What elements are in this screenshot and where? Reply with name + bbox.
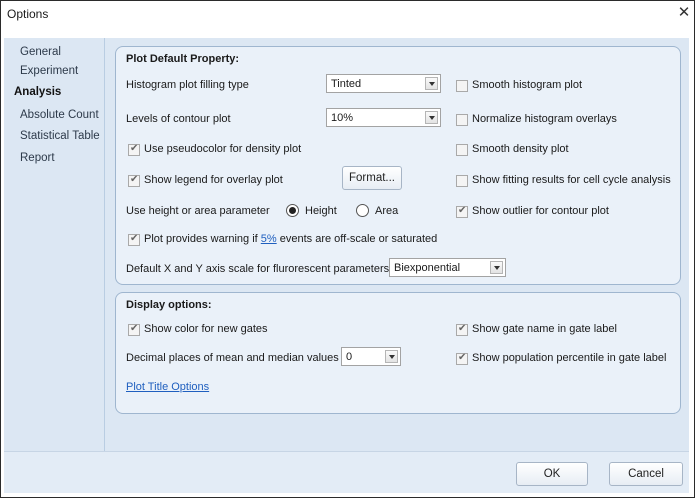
warning-checkbox[interactable] bbox=[128, 233, 140, 246]
show-outlier-label: Show outlier for contour plot bbox=[472, 205, 609, 217]
options-dialog: Options ✕ General Experiment Analysis Ab… bbox=[0, 0, 695, 498]
fitting-results-label: Show fitting results for cell cycle anal… bbox=[472, 174, 671, 186]
height-radio[interactable] bbox=[286, 204, 299, 217]
plot-default-title: Plot Default Property: bbox=[126, 53, 240, 65]
histogram-filling-value: Tinted bbox=[331, 78, 362, 90]
show-gate-name-label: Show gate name in gate label bbox=[472, 323, 617, 335]
warning-percent-link[interactable]: 5% bbox=[261, 233, 277, 245]
sidebar-item-statistical-table[interactable]: Statistical Table bbox=[4, 127, 104, 145]
dialog-title: Options bbox=[7, 7, 49, 21]
display-options-title: Display options: bbox=[126, 299, 212, 311]
decimal-places-value: 0 bbox=[346, 351, 353, 363]
axis-scale-select[interactable]: Biexponential bbox=[389, 258, 506, 277]
contour-levels-select[interactable]: 10% bbox=[326, 108, 441, 127]
sidebar-item-absolute-count[interactable]: Absolute Count bbox=[4, 106, 104, 124]
fitting-results-checkbox[interactable] bbox=[456, 175, 468, 187]
cancel-button[interactable]: Cancel bbox=[609, 462, 683, 486]
sidebar-item-report[interactable]: Report bbox=[4, 149, 104, 167]
height-radio-label: Height bbox=[305, 205, 337, 217]
show-color-gates-checkbox[interactable] bbox=[128, 323, 140, 336]
pseudocolor-checkbox[interactable] bbox=[128, 143, 140, 156]
sidebar: General Experiment Analysis Absolute Cou… bbox=[4, 38, 105, 451]
chevron-down-icon[interactable] bbox=[385, 350, 398, 363]
smooth-density-checkbox[interactable] bbox=[456, 144, 468, 156]
sidebar-item-experiment[interactable]: Experiment bbox=[4, 62, 104, 80]
show-legend-label: Show legend for overlay plot bbox=[144, 174, 283, 186]
analysis-panel: Plot Default Property: Histogram plot fi… bbox=[105, 38, 689, 451]
chevron-down-icon[interactable] bbox=[490, 261, 503, 274]
histogram-filling-select[interactable]: Tinted bbox=[326, 74, 441, 93]
ok-button[interactable]: OK bbox=[516, 462, 588, 486]
format-button[interactable]: Format... bbox=[342, 166, 402, 190]
normalize-histogram-label: Normalize histogram overlays bbox=[472, 113, 617, 125]
show-population-checkbox[interactable] bbox=[456, 352, 468, 365]
area-radio[interactable] bbox=[356, 204, 369, 217]
show-legend-checkbox[interactable] bbox=[128, 174, 140, 187]
show-population-label: Show population percentile in gate label bbox=[472, 352, 667, 364]
height-area-label: Use height or area parameter bbox=[126, 205, 270, 217]
pseudocolor-label: Use pseudocolor for density plot bbox=[144, 143, 302, 155]
normalize-histogram-checkbox[interactable] bbox=[456, 114, 468, 126]
sidebar-item-analysis[interactable]: Analysis bbox=[4, 83, 104, 101]
show-gate-name-checkbox[interactable] bbox=[456, 323, 468, 336]
warning-label: Plot provides warning if 5% events are o… bbox=[144, 233, 437, 245]
plot-title-options-link[interactable]: Plot Title Options bbox=[126, 381, 209, 393]
warning-prefix: Plot provides warning if bbox=[144, 233, 261, 245]
show-outlier-checkbox[interactable] bbox=[456, 205, 468, 218]
smooth-density-label: Smooth density plot bbox=[472, 143, 569, 155]
axis-scale-label: Default X and Y axis scale for fluroresc… bbox=[126, 263, 390, 275]
smooth-histogram-label: Smooth histogram plot bbox=[472, 79, 583, 91]
decimal-places-label: Decimal places of mean and median values bbox=[126, 352, 339, 364]
histogram-filling-label: Histogram plot filling type bbox=[126, 79, 249, 91]
show-color-gates-label: Show color for new gates bbox=[144, 323, 268, 335]
sidebar-item-general[interactable]: General bbox=[4, 43, 104, 61]
decimal-places-select[interactable]: 0 bbox=[341, 347, 401, 366]
warning-suffix: events are off-scale or saturated bbox=[276, 233, 438, 245]
smooth-histogram-checkbox[interactable] bbox=[456, 80, 468, 92]
axis-scale-value: Biexponential bbox=[394, 262, 461, 274]
contour-levels-value: 10% bbox=[331, 112, 354, 124]
display-options-group: Display options: Show color for new gate… bbox=[115, 292, 681, 414]
close-icon[interactable]: ✕ bbox=[676, 4, 692, 22]
chevron-down-icon[interactable] bbox=[425, 77, 438, 90]
chevron-down-icon[interactable] bbox=[425, 111, 438, 124]
plot-default-group: Plot Default Property: Histogram plot fi… bbox=[115, 46, 681, 285]
title-bar: Options ✕ bbox=[1, 1, 694, 27]
contour-levels-label: Levels of contour plot bbox=[126, 113, 231, 125]
dialog-footer: OK Cancel bbox=[4, 451, 689, 493]
area-radio-label: Area bbox=[375, 205, 399, 217]
